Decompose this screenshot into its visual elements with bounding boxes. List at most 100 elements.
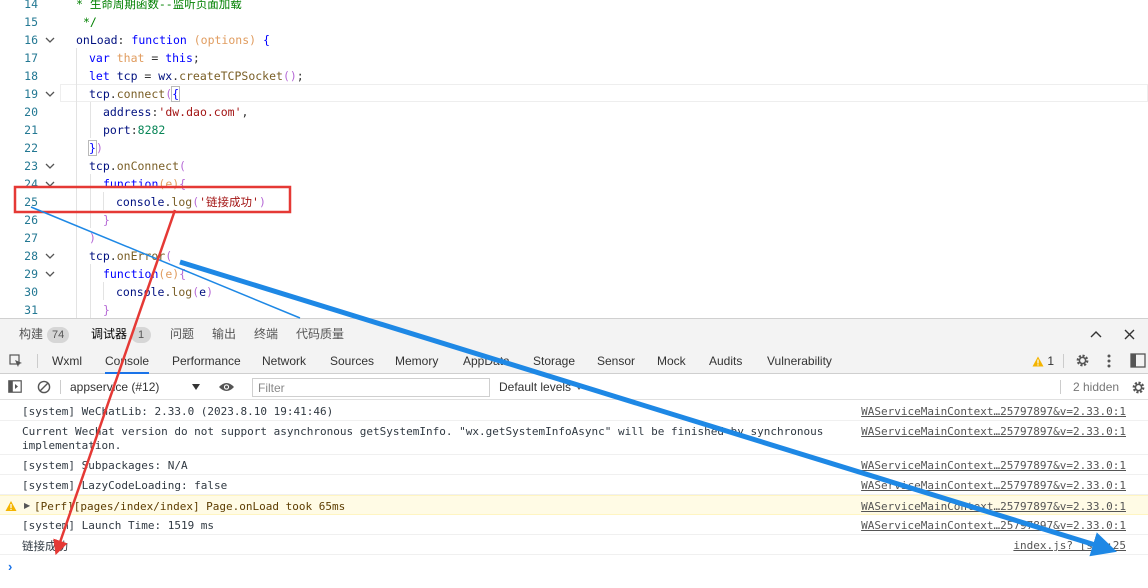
code-line-23: tcp.onConnect( [89,159,186,173]
tab-issues[interactable]: 问题 [170,319,194,349]
tab-debugger[interactable]: 调试器 1 [91,319,152,349]
tab-performance[interactable]: Performance [172,348,241,374]
code-editor[interactable]: 14 15 16 17 18 19 20 21 22 23 24 25 26 27 28 29 30 31 * 生… [0,0,1148,318]
tab-appdata[interactable]: AppData [463,348,510,374]
string-success: '链接成功' [199,195,259,209]
settings-gear-icon[interactable] [1075,353,1090,368]
code-line-16: onLoad: function (options) { [76,33,270,47]
gutter-row: 28 [0,247,1148,265]
warning-count: 1 [1047,354,1055,368]
var-tcp: tcp [89,87,110,101]
code-line-15: */ [83,13,97,31]
code-line-25: console.log('链接成功') [116,195,266,209]
line-number: 28 [24,249,38,263]
tab-terminal[interactable]: 终端 [254,319,278,349]
chevron-up-icon[interactable] [1090,329,1102,339]
param-e: (e) [158,177,180,191]
inspect-element-icon[interactable] [9,354,23,368]
tab-build[interactable]: 构建 74 [19,319,70,349]
message-source-link[interactable]: WAServiceMainContext…25797897&v=2.33.0:1 [861,405,1126,419]
tab-output[interactable]: 输出 [212,319,236,349]
toolbar-divider [37,354,38,368]
message-source-link[interactable]: WAServiceMainContext…25797897&v=2.33.0:1 [861,500,1126,514]
expand-triangle-icon[interactable]: ▶ [24,501,30,510]
tab-console[interactable]: Console [105,348,150,374]
fold-chevron-icon[interactable] [44,247,56,265]
message-source-link[interactable]: index.js? [sm]:25 [1013,539,1126,553]
fold-chevron-icon[interactable] [44,157,56,175]
message-source-link[interactable]: WAServiceMainContext…25797897&v=2.33.0:1 [861,459,1126,473]
keyword-this: this [165,51,193,65]
fold-chevron-icon[interactable] [44,31,56,49]
tab-network[interactable]: Network [262,348,306,374]
number-port: 8282 [137,123,166,137]
log-levels-select[interactable]: Default levels [499,378,589,397]
dock-side-icon[interactable] [1130,353,1146,368]
fold-chevron-icon[interactable] [44,175,56,193]
tab-sources[interactable]: Sources [330,348,374,374]
create-tcp-call: createTCPSocket [179,69,283,83]
warning-icon [5,501,17,511]
tab-storage[interactable]: Storage [533,348,575,374]
hidden-count: 2 hidden [1073,380,1120,394]
method-name: onLoad [76,33,118,47]
message-text: [system] LazyCodeLoading: false [22,479,228,492]
tab-memory[interactable]: Memory [395,348,438,374]
console-output[interactable]: [system] WeChatLib: 2.33.0 (2023.8.10 19… [0,401,1148,588]
tab-build-label: 构建 [19,327,44,341]
context-select[interactable]: appservice (#12) [70,378,202,397]
comment-end: */ [83,15,97,29]
fold-chevron-icon[interactable] [44,265,56,283]
log-call: log [171,285,193,299]
code-line-18: let tcp = wx.createTCPSocket(); [89,69,304,83]
build-count-badge: 74 [47,326,70,343]
message-text: [Perf][pages/index/index] Page.onLoad to… [34,500,346,513]
console-message: [system] WeChatLib: 2.33.0 (2023.8.10 19… [0,401,1148,421]
console-settings-gear-icon[interactable] [1131,380,1146,395]
keyword-var: var [89,51,110,65]
line-number: 17 [24,51,38,65]
code-line-14: * 生命周期函数--监听页面加载 [76,0,242,13]
warning-counter[interactable]: 1 [1032,348,1054,374]
console-warning-message[interactable]: ▶ [Perf][pages/index/index] Page.onLoad … [0,495,1148,515]
tab-vulnerability[interactable]: Vulnerability [767,348,832,374]
context-select-value: appservice (#12) [70,380,160,394]
clear-console-icon[interactable] [37,380,51,394]
warning-icon [1032,356,1044,367]
line-number: 25 [24,195,38,209]
gutter-row: 31 [0,301,1148,318]
tab-sensor[interactable]: Sensor [597,348,635,374]
line-number: 22 [24,141,38,155]
tab-mock[interactable]: Mock [657,348,686,374]
fold-chevron-icon[interactable] [44,85,56,103]
message-source-link[interactable]: WAServiceMainContext…25797897&v=2.33.0:1 [861,519,1126,533]
code-line-19: tcp.connect({ [89,86,181,102]
toolbar-divider [1063,354,1064,368]
console-prompt[interactable]: › [8,559,12,574]
devtools-top-tabs: 构建 74 调试器 1 问题 输出 终端 代码质量 [0,318,1148,348]
tab-audits[interactable]: Audits [709,348,742,374]
console-message: [system] LazyCodeLoading: false WAServic… [0,475,1148,495]
message-text: 链接成功 [22,539,68,553]
console-message: Current Wechat version do not support as… [0,421,1148,455]
tab-code-quality[interactable]: 代码质量 [296,319,344,349]
message-source-link[interactable]: WAServiceMainContext…25797897&v=2.33.0:1 [861,425,1126,439]
eye-icon[interactable] [218,381,235,393]
sidebar-toggle-icon[interactable] [8,380,22,393]
filter-input[interactable] [252,378,490,397]
tab-wxml[interactable]: Wxml [52,348,82,374]
param-e: (e) [158,267,180,281]
var-tcp: tcp [89,249,110,263]
keyword-let: let [89,69,110,83]
message-source-link[interactable]: WAServiceMainContext…25797897&v=2.33.0:1 [861,479,1126,493]
line-number: 19 [24,87,38,101]
console-object: console [116,285,165,299]
more-options-icon[interactable] [1106,353,1112,369]
code-line-24: function(e){ [103,177,187,191]
onconnect-call: onConnect [116,159,180,173]
close-icon[interactable] [1124,329,1135,340]
console-log-message: 链接成功 index.js? [sm]:25 [0,535,1148,555]
connect-call: connect [116,87,166,101]
console-object: console [116,195,165,209]
code-line-27: ) [89,231,96,245]
